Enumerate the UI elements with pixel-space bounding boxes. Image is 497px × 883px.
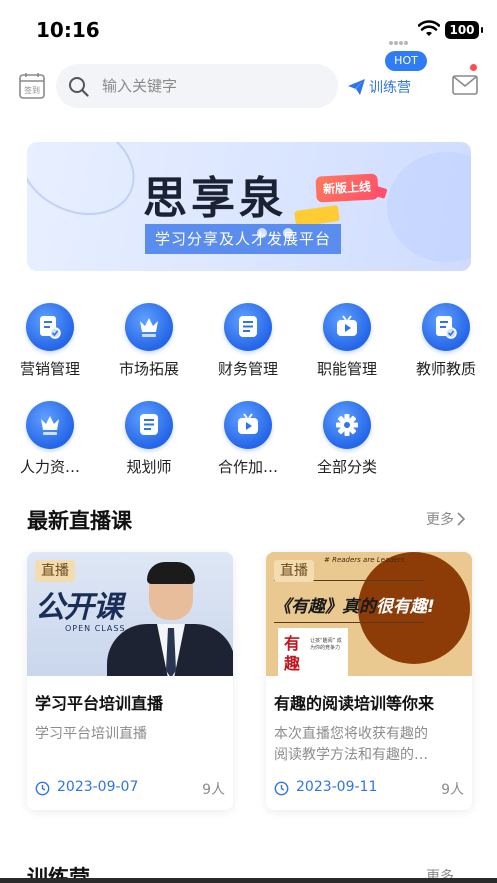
paper-plane-icon: [348, 79, 365, 95]
book-cover-text: 让孩“趣阅” 成为你的竞争力: [310, 638, 342, 651]
category-item[interactable]: 合作加…: [201, 396, 291, 486]
status-bar: 10:16 100: [0, 0, 497, 56]
course-card[interactable]: # Readers are Leaders 《有趣》真的很有趣! 有趣 让孩“趣…: [266, 552, 472, 810]
category-label: 职能管理: [316, 360, 377, 378]
play-tv-icon: [224, 401, 272, 449]
top-header: 签到 训练营 HOT: [0, 51, 497, 116]
checkin-calendar-icon[interactable]: 签到: [19, 72, 45, 99]
attendee-count: 9人: [202, 782, 225, 798]
course-title: 有趣的阅读培训等你来: [274, 694, 435, 713]
category-item[interactable]: 财务管理: [201, 298, 291, 388]
category-item[interactable]: 职能管理: [300, 298, 390, 388]
book-cover-image: 有趣 让孩“趣阅” 成为你的竞争力: [278, 628, 348, 676]
play-tv-icon: [323, 303, 371, 351]
notification-dot: [470, 64, 477, 71]
promo-banner[interactable]: 思享泉 新版上线 学习分享及人才发展平台: [27, 142, 471, 271]
doc-check-icon: [26, 303, 74, 351]
search-input[interactable]: [102, 64, 322, 108]
more-label: 更多: [426, 512, 454, 528]
book-cover-title: 有趣: [284, 634, 300, 674]
category-label: 全部分类: [316, 458, 377, 476]
banner-decoration: [27, 142, 151, 234]
pagination-dot[interactable]: [257, 228, 267, 238]
category-label: 规划师: [126, 458, 172, 476]
search-icon: [69, 77, 89, 97]
mail-icon[interactable]: [452, 72, 478, 96]
banner-decoration: [387, 152, 471, 262]
category-label: 营销管理: [19, 360, 80, 378]
live-more-link[interactable]: 更多: [426, 509, 466, 529]
pagination-dot[interactable]: [283, 228, 293, 238]
thumb-tagline: # Readers are Leaders: [324, 556, 405, 564]
category-item[interactable]: 教师教质: [399, 298, 489, 388]
course-card[interactable]: 公开课 OPEN CLASS 直播 学习平台培训直播 学习平台培训直播 2023…: [27, 552, 233, 810]
status-time: 10:16: [36, 18, 100, 42]
description-line: 学习平台培训直播: [35, 726, 147, 742]
description-line: 阅读教学方法和有趣的…: [274, 747, 428, 763]
gear-icon: [323, 401, 371, 449]
category-label: 教师教质: [415, 360, 476, 378]
course-date: 2023-09-07: [57, 779, 139, 795]
crown-icon: [125, 303, 173, 351]
thumb-title-part: 很有趣!: [376, 597, 435, 617]
category-item[interactable]: 人力资…: [3, 396, 93, 486]
live-section-title: 最新直播课: [27, 509, 132, 533]
book-char: 有: [284, 634, 301, 653]
app-home-screen: 10:16 100 签到 输入关键字 训练营 HOT 思享泉 新版上线 学习分享…: [0, 0, 497, 883]
category-item[interactable]: 营销管理: [3, 298, 93, 388]
banner-title: 思享泉: [143, 173, 287, 224]
course-date: 2023-09-11: [296, 779, 378, 795]
thumb-title: 《有趣》真的很有趣!: [274, 592, 435, 617]
presenter-hair: [147, 562, 195, 584]
chevron-right-icon: [457, 512, 466, 526]
home-indicator: [0, 878, 497, 883]
live-badge: 直播: [35, 560, 75, 582]
category-item[interactable]: 全部分类: [300, 396, 390, 486]
svg-text:签到: 签到: [24, 85, 40, 95]
clock-icon: [274, 781, 289, 796]
category-label: 合作加…: [217, 458, 278, 476]
category-item[interactable]: 市场拓展: [102, 298, 192, 388]
category-label: 人力资…: [19, 458, 80, 476]
training-camp-label: 训练营: [369, 80, 411, 96]
live-badge: 直播: [274, 560, 314, 582]
category-item[interactable]: 规划师: [102, 396, 192, 486]
thumb-title: 公开课: [35, 590, 123, 625]
training-camp-link[interactable]: 训练营: [347, 76, 411, 98]
thumb-title-part: 《有趣》真的: [274, 597, 376, 617]
book-char: 趣: [284, 654, 301, 673]
thumb-subtitle: OPEN CLASS: [65, 624, 126, 633]
list-doc-icon: [125, 401, 173, 449]
wifi-icon: [418, 20, 440, 36]
description-line: 本次直播您将收获有趣的: [274, 726, 428, 742]
course-description: 学习平台培训直播: [35, 724, 217, 745]
category-label: 市场拓展: [118, 360, 179, 378]
crown-icon: [26, 401, 74, 449]
banner-new-badge: 新版上线: [315, 173, 379, 203]
course-title: 学习平台培训直播: [35, 694, 164, 713]
battery-icon: 100: [445, 21, 483, 39]
banner-subtitle: 学习分享及人才发展平台: [145, 224, 341, 254]
doc-check-icon: [422, 303, 470, 351]
thumb-divider: [274, 622, 424, 623]
course-footer: 2023-09-11 9人: [274, 779, 464, 799]
list-doc-icon: [224, 303, 272, 351]
course-footer: 2023-09-07 9人: [35, 779, 225, 799]
signal-icon: [389, 30, 411, 45]
course-thumbnail: 公开课 OPEN CLASS 直播: [27, 552, 233, 676]
category-label: 财务管理: [217, 360, 278, 378]
hot-badge: HOT: [385, 51, 427, 71]
course-thumbnail: # Readers are Leaders 《有趣》真的很有趣! 有趣 让孩“趣…: [266, 552, 472, 676]
course-description: 本次直播您将收获有趣的 阅读教学方法和有趣的…: [274, 724, 456, 766]
attendee-count: 9人: [441, 782, 464, 798]
search-bar[interactable]: [56, 64, 338, 108]
clock-icon: [35, 781, 50, 796]
